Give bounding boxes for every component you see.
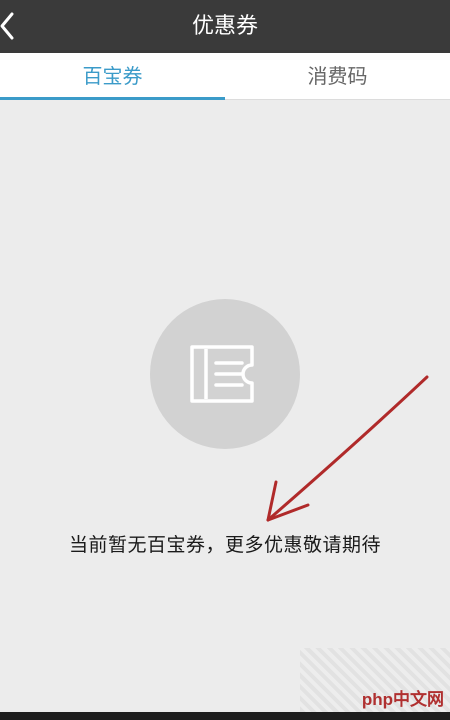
watermark: php中文网	[300, 648, 450, 712]
watermark-text: php中文网	[361, 690, 444, 709]
empty-state-message: 当前暂无百宝券，更多优惠敬请期待	[68, 534, 381, 556]
page-title: 优惠券	[191, 14, 258, 39]
tab-coupons[interactable]: 百宝券	[0, 53, 225, 100]
empty-state-circle	[150, 299, 300, 449]
active-tab-indicator	[0, 97, 225, 100]
tab-bar: 百宝券 消费码	[0, 53, 450, 100]
bottom-edge	[0, 712, 450, 720]
ticket-icon	[190, 345, 254, 403]
title-bar: 优惠券	[0, 0, 450, 53]
tab-consumption-code[interactable]: 消费码	[225, 53, 450, 100]
